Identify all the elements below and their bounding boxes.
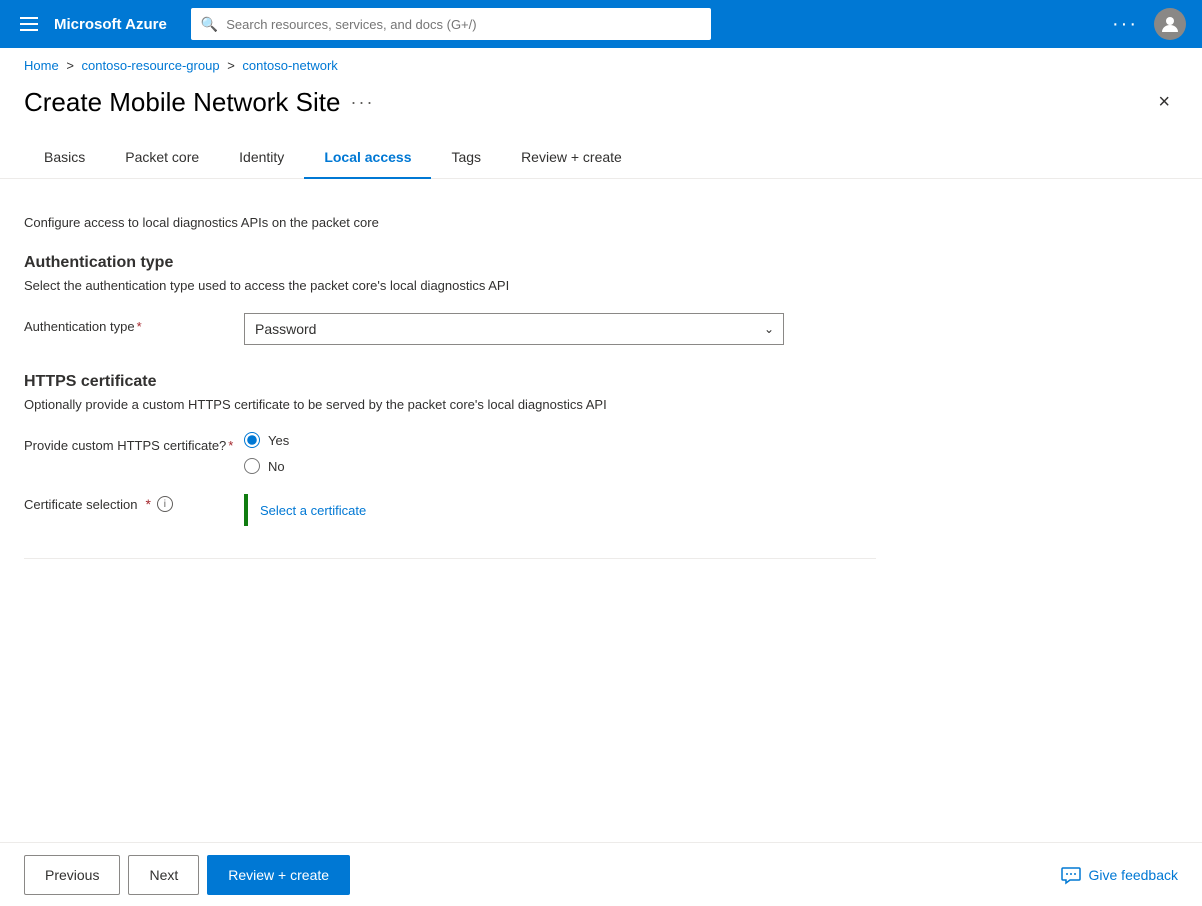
give-feedback-link[interactable]: Give feedback [1061,865,1179,885]
custom-cert-label: Provide custom HTTPS certificate?* [24,432,244,453]
custom-cert-control: Yes No [244,432,876,474]
breadcrumb-sep-2: > [227,58,235,73]
auth-type-select[interactable]: Password AAD Certificate [244,313,784,345]
page-options-menu[interactable]: ··· [350,92,374,113]
https-cert-radio-group: Yes No [244,432,876,474]
tab-packet-core[interactable]: Packet core [105,139,219,179]
cert-select-link-wrap: Select a certificate [244,494,366,526]
tab-local-access[interactable]: Local access [304,139,431,179]
cert-bar [244,494,248,526]
custom-cert-row: Provide custom HTTPS certificate?* Yes N… [24,432,876,474]
https-section-subtitle: Optionally provide a custom HTTPS certif… [24,397,876,412]
breadcrumb-resource-group[interactable]: contoso-resource-group [82,58,220,73]
hamburger-menu[interactable] [16,13,42,35]
give-feedback-label: Give feedback [1089,867,1179,883]
auth-type-label: Authentication type* [24,313,244,334]
local-access-section: Configure access to local diagnostics AP… [0,179,900,559]
auth-section-subtitle: Select the authentication type used to a… [24,278,876,293]
page-title-row: Create Mobile Network Site ··· [24,87,374,118]
radio-no-input[interactable] [244,458,260,474]
tab-review-create[interactable]: Review + create [501,139,642,179]
top-navigation: Microsoft Azure 🔍 ··· [0,0,1202,48]
breadcrumb: Home > contoso-resource-group > contoso-… [0,48,1202,79]
next-button[interactable]: Next [128,855,199,895]
page-title: Create Mobile Network Site [24,87,340,118]
main-content: Configure access to local diagnostics AP… [0,179,1202,639]
breadcrumb-network[interactable]: contoso-network [242,58,337,73]
radio-yes-input[interactable] [244,432,260,448]
close-button[interactable]: × [1150,87,1178,118]
radio-yes-label: Yes [268,433,289,448]
cert-selection-row: Certificate selection * i Select a certi… [24,494,876,526]
search-bar[interactable]: 🔍 [191,8,711,40]
required-indicator: * [137,319,142,334]
auth-type-section: Authentication type Select the authentic… [24,254,876,345]
section-description: Configure access to local diagnostics AP… [24,215,876,230]
page-header: Create Mobile Network Site ··· × [0,79,1202,118]
user-avatar[interactable] [1154,8,1186,40]
radio-no-label: No [268,459,285,474]
previous-button[interactable]: Previous [24,855,120,895]
auth-section-title: Authentication type [24,254,876,272]
required-indicator-3: * [145,496,150,512]
review-create-button[interactable]: Review + create [207,855,350,895]
topnav-right: ··· [1112,8,1186,40]
breadcrumb-home[interactable]: Home [24,58,59,73]
search-input[interactable] [226,17,701,32]
required-indicator-2: * [228,438,233,453]
tab-bar: Basics Packet core Identity Local access… [0,118,1202,179]
avatar-icon [1160,14,1180,34]
cert-selection-label: Certificate selection [24,497,137,512]
feedback-icon [1061,865,1081,885]
radio-no[interactable]: No [244,458,876,474]
info-icon[interactable]: i [157,496,173,512]
radio-yes[interactable]: Yes [244,432,876,448]
auth-type-dropdown-wrapper: Password AAD Certificate ⌄ [244,313,784,345]
section-divider [24,558,876,559]
topnav-more-options[interactable]: ··· [1112,13,1138,36]
cert-selection-label-col: Certificate selection * i [24,494,244,512]
footer-bar: Previous Next Review + create Give feedb… [0,842,1202,906]
https-cert-section: HTTPS certificate Optionally provide a c… [24,373,876,526]
search-icon: 🔍 [201,16,218,33]
tab-identity[interactable]: Identity [219,139,304,179]
breadcrumb-sep-1: > [66,58,74,73]
select-certificate-link[interactable]: Select a certificate [260,503,366,518]
tab-basics[interactable]: Basics [24,139,105,179]
https-section-title: HTTPS certificate [24,373,876,391]
tab-tags[interactable]: Tags [431,139,501,179]
auth-type-control: Password AAD Certificate ⌄ [244,313,876,345]
auth-type-row: Authentication type* Password AAD Certif… [24,313,876,345]
azure-brand: Microsoft Azure [54,16,167,33]
